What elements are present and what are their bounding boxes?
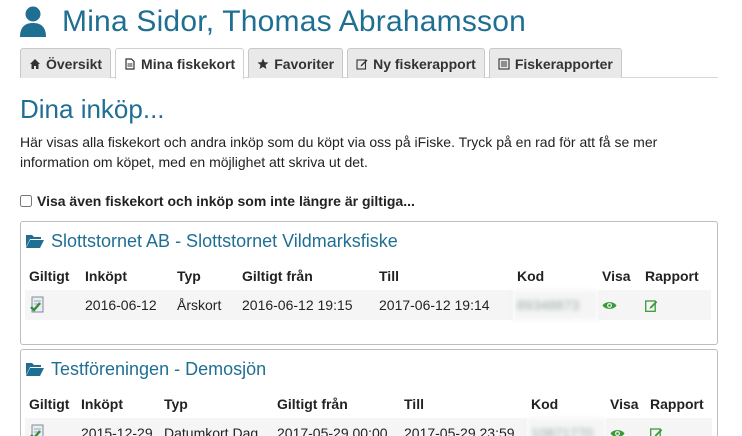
visa-cell[interactable] — [606, 418, 646, 436]
tab-label: Favoriter — [274, 55, 335, 72]
table-row[interactable]: 2016-06-12 Årskort 2016-06-12 19:15 2017… — [25, 290, 711, 320]
panel-title: Testföreningen - Demosjön — [51, 358, 267, 379]
col-till: Till — [404, 396, 424, 412]
panel-header: Slottstornet AB - Slottstornet Vildmarks… — [21, 222, 717, 260]
valid-document-icon — [30, 424, 44, 436]
col-giltigt-fran: Giltigt från — [277, 396, 348, 412]
purchase-panel: Testföreningen - Demosjön Giltigt Inköpt… — [20, 349, 718, 436]
edit-icon — [356, 58, 368, 70]
tab-ny-fiskerapport[interactable]: Ny fiskerapport — [347, 48, 485, 78]
tab-oversikt[interactable]: Översikt — [20, 48, 112, 78]
section-heading: Dina inköp... — [20, 94, 165, 124]
purchase-panel: Slottstornet AB - Slottstornet Vildmarks… — [20, 221, 718, 345]
folder-open-icon — [26, 363, 44, 376]
tab-label: Mina fiskekort — [141, 56, 236, 72]
show-invalid-toggle[interactable]: Visa även fiskekort och inköp som inte l… — [20, 193, 415, 209]
valid-cell — [25, 418, 77, 436]
col-typ: Typ — [177, 268, 201, 284]
purchase-table: Giltigt Inköpt Typ Giltigt från Till Kod… — [25, 262, 711, 320]
home-icon — [30, 58, 40, 69]
col-visa: Visa — [610, 396, 639, 412]
col-typ: Typ — [164, 396, 188, 412]
typ-cell: Datumkort Dag — [160, 418, 273, 436]
tab-mina-fiskekort[interactable]: Mina fiskekort — [115, 48, 245, 79]
purchase-table: Giltigt Inköpt Typ Giltigt från Till Kod… — [25, 390, 712, 436]
col-inkopt: Inköpt — [85, 268, 127, 284]
page-title: Mina Sidor, Thomas Abrahamsson — [62, 5, 527, 38]
report-edit-icon[interactable] — [650, 427, 663, 436]
col-giltigt-fran: Giltigt från — [242, 268, 313, 284]
table-header-row: Giltigt Inköpt Typ Giltigt från Till Kod… — [25, 262, 711, 290]
inkopt-cell: 2016-06-12 — [81, 290, 173, 320]
kod-cell: 10871770 — [527, 418, 606, 436]
report-edit-icon[interactable] — [645, 299, 658, 312]
star-icon — [257, 58, 269, 69]
col-giltigt: Giltigt — [29, 268, 70, 284]
user-icon — [20, 6, 46, 37]
col-kod: Kod — [517, 268, 545, 284]
tab-label: Fiskerapporter — [514, 55, 613, 72]
col-inkopt: Inköpt — [81, 396, 123, 412]
table-row[interactable]: 2015-12-29 Datumkort Dag 2017-05-29 00:0… — [25, 418, 712, 436]
tab-label: Ny fiskerapport — [373, 55, 476, 72]
file-icon — [125, 58, 135, 70]
col-till: Till — [379, 268, 399, 284]
table-header-row: Giltigt Inköpt Typ Giltigt från Till Kod… — [25, 390, 712, 418]
show-invalid-checkbox[interactable] — [20, 195, 32, 207]
page-header: Mina Sidor, Thomas Abrahamsson — [18, 2, 526, 42]
col-kod: Kod — [531, 396, 559, 412]
eye-icon[interactable] — [610, 428, 625, 436]
intro-text: Här visas alla fiskekort och andra inköp… — [20, 134, 658, 170]
rapport-cell[interactable] — [646, 418, 712, 436]
folder-open-icon — [26, 235, 44, 248]
fran-cell: 2017-05-29 00:00 — [273, 418, 400, 436]
list-icon — [498, 57, 510, 70]
col-giltigt: Giltigt — [29, 396, 70, 412]
visa-cell[interactable] — [598, 290, 641, 320]
till-cell: 2017-05-29 23:59 — [400, 418, 527, 436]
panel-header: Testföreningen - Demosjön — [21, 350, 717, 388]
col-visa: Visa — [602, 268, 631, 284]
panel-title: Slottstornet AB - Slottstornet Vildmarks… — [51, 230, 398, 251]
valid-document-icon — [30, 296, 44, 313]
fran-cell: 2016-06-12 19:15 — [238, 290, 375, 320]
eye-icon[interactable] — [602, 300, 617, 311]
rapport-cell[interactable] — [641, 290, 711, 320]
tab-label: Översikt — [46, 55, 103, 72]
tab-bar: Översikt Mina fiskekort Favoriter Ny fis… — [20, 48, 718, 79]
show-invalid-label: Visa även fiskekort och inköp som inte l… — [37, 193, 415, 209]
valid-cell — [25, 290, 81, 320]
kod-cell: 89348873 — [513, 290, 598, 320]
typ-cell: Årskort — [173, 290, 238, 320]
tab-favoriter[interactable]: Favoriter — [248, 48, 344, 78]
col-rapport: Rapport — [650, 396, 704, 412]
col-rapport: Rapport — [645, 268, 699, 284]
inkopt-cell: 2015-12-29 — [77, 418, 160, 436]
tab-fiskerapporter[interactable]: Fiskerapporter — [488, 48, 622, 78]
till-cell: 2017-06-12 19:14 — [375, 290, 513, 320]
